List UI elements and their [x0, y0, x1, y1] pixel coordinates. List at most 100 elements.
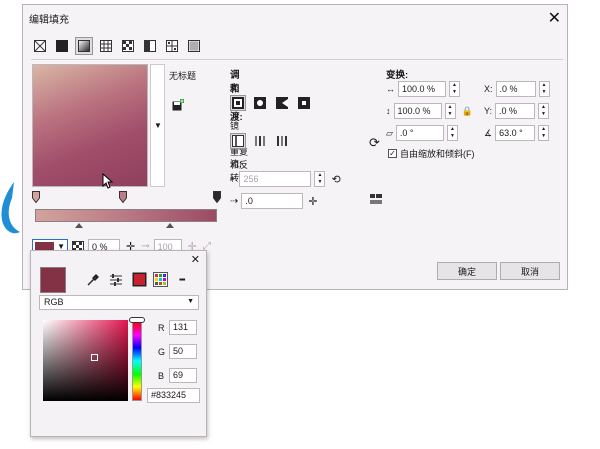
steps-spinner: ▲ ▼: [314, 171, 326, 187]
lock-icon[interactable]: 🔒: [462, 106, 473, 117]
smooth-blend-icon[interactable]: [370, 193, 382, 205]
current-color-swatch: [40, 267, 66, 293]
color-palettes-icon[interactable]: [153, 272, 168, 287]
width-row: ↔ 100.0 % ▲ ▼: [386, 81, 460, 97]
steps-icon: ⌐: [230, 173, 237, 185]
dialog-title: 编辑填充: [29, 15, 69, 26]
elliptical-fountain-icon[interactable]: [252, 95, 268, 111]
acceleration-icon: ⇢: [230, 195, 239, 207]
close-icon[interactable]: ✕: [191, 253, 200, 266]
cancel-button[interactable]: 取消: [500, 262, 560, 280]
hex-input[interactable]: #833245: [147, 388, 200, 403]
acceleration-slider-icon[interactable]: ✛: [306, 195, 319, 208]
repeat-icon[interactable]: [274, 133, 290, 149]
free-scale-label: 自由缩放和倾斜(F): [400, 149, 475, 159]
fill-y-input[interactable]: .0 %: [495, 103, 536, 119]
acceleration-input[interactable]: .0: [241, 193, 304, 209]
linear-fountain-icon[interactable]: [230, 95, 246, 111]
skew-row: ▱ .0 ° ▲ ▼: [386, 125, 458, 141]
color-node-track: [32, 191, 230, 205]
fill-x-input[interactable]: .0 %: [495, 81, 536, 97]
end-node-marker[interactable]: [213, 191, 221, 203]
two-color-pattern-icon[interactable]: [141, 37, 159, 55]
midpoint-marker[interactable]: [166, 223, 174, 228]
color-sliders-icon[interactable]: [109, 273, 123, 287]
conical-fountain-icon[interactable]: [274, 95, 290, 111]
color-viewers-icon[interactable]: [132, 272, 147, 287]
lock-steps-icon[interactable]: ⟲: [331, 173, 340, 186]
rotate-input[interactable]: 63.0 °: [495, 125, 536, 141]
free-scale-checkbox[interactable]: ✓: [388, 149, 397, 158]
edit-fill-dialog: 编辑填充 ✕ ▼ 无标题 ▼ 0 % ✛ ⊸ 100 ✛ ⤢ 调和 渡: 类 镜…: [22, 4, 568, 290]
eyedropper-icon[interactable]: [86, 273, 100, 287]
fill-name-label: 无标题: [169, 71, 197, 81]
rotate-spinner[interactable]: ▲ ▼: [538, 125, 550, 141]
fountain-type-buttons: [230, 95, 312, 111]
transform-section-title: 变换:: [386, 70, 409, 81]
texture-fill-icon[interactable]: [163, 37, 181, 55]
close-icon[interactable]: ✕: [548, 8, 561, 28]
green-input[interactable]: 50: [169, 344, 197, 359]
mouse-pointer-icon: [102, 173, 114, 189]
rotate-row: ∡ 63.0 ° ▲ ▼: [484, 125, 550, 141]
postscript-fill-icon[interactable]: [185, 37, 203, 55]
color-model-select[interactable]: RGB ▼: [39, 295, 199, 310]
steps-input: 256: [239, 171, 312, 187]
steps-row: ⌐ 256 ▲ ▼ ⟲: [230, 171, 341, 187]
fountain-fill-icon[interactable]: [75, 37, 93, 55]
gradient-ramp[interactable]: [35, 209, 217, 222]
saturation-value-picker[interactable]: [43, 320, 128, 401]
decorative-blue-shape: [1, 182, 20, 234]
vector-pattern-icon[interactable]: [97, 37, 115, 55]
x-spinner[interactable]: ▲ ▼: [538, 81, 550, 97]
green-label: G: [158, 347, 166, 357]
fill-width-input[interactable]: 100.0 %: [398, 81, 446, 97]
red-input[interactable]: 131: [169, 320, 197, 335]
no-fill-icon[interactable]: [31, 37, 49, 55]
start-node-marker[interactable]: [32, 191, 40, 203]
skew-input[interactable]: .0 °: [395, 125, 444, 141]
free-scale-row: ✓ 自由缩放和倾斜(F): [388, 147, 475, 160]
toolbar-divider: [31, 59, 563, 60]
skew-icon: ▱: [386, 127, 393, 138]
ok-button[interactable]: 确定: [437, 262, 497, 280]
more-options-icon[interactable]: ▪▪▪: [179, 275, 185, 284]
y-spinner[interactable]: ▲ ▼: [538, 103, 550, 119]
color-marker[interactable]: [91, 354, 98, 361]
repeat-mirror-icon[interactable]: [252, 133, 268, 149]
height-icon: ↕: [386, 106, 391, 116]
skew-spinner[interactable]: ▲ ▼: [446, 125, 458, 141]
fill-height-input[interactable]: 100.0 %: [393, 103, 442, 119]
mirror-buttons: [230, 133, 290, 149]
fill-type-toolbar: [31, 37, 203, 55]
bitmap-pattern-icon[interactable]: [119, 37, 137, 55]
x-label: X:: [484, 84, 493, 94]
save-fill-icon[interactable]: [172, 99, 184, 111]
blue-input[interactable]: 69: [169, 368, 197, 383]
acceleration-row: ⇢ .0 ✛: [230, 193, 320, 209]
rectangular-fountain-icon[interactable]: [296, 95, 312, 111]
hue-slider[interactable]: [132, 321, 142, 401]
preview-options-button[interactable]: ▼: [150, 64, 165, 187]
triangle-down-icon: ▼: [154, 121, 162, 130]
hue-slider-handle[interactable]: [129, 317, 145, 323]
rotate-icon: ∡: [484, 127, 493, 138]
width-icon: ↔: [386, 84, 395, 94]
color-picker-popup: ✕ ▪▪▪ RGB ▼ R 131 G 50 B 69 #833245: [30, 250, 207, 437]
default-fountain-icon[interactable]: [230, 133, 246, 149]
y-label: Y:: [484, 106, 493, 116]
y-row: Y: .0 % ▲ ▼: [484, 103, 550, 119]
mid-node-marker[interactable]: [119, 191, 127, 203]
x-row: X: .0 % ▲ ▼: [484, 81, 550, 97]
uniform-fill-icon[interactable]: [53, 37, 71, 55]
fill-preview[interactable]: [32, 64, 148, 187]
reverse-icon[interactable]: ⟳: [369, 135, 380, 151]
height-row: ↕ 100.0 % ▲ ▼ 🔒: [386, 103, 473, 119]
flow-label: 流:: [230, 159, 242, 169]
width-spinner[interactable]: ▲ ▼: [449, 81, 460, 97]
height-spinner[interactable]: ▲ ▼: [444, 103, 456, 119]
red-label: R: [158, 323, 165, 333]
color-model-value: RGB: [44, 297, 64, 307]
title-bar: 编辑填充 ✕: [23, 5, 567, 31]
midpoint-marker[interactable]: [75, 223, 83, 228]
